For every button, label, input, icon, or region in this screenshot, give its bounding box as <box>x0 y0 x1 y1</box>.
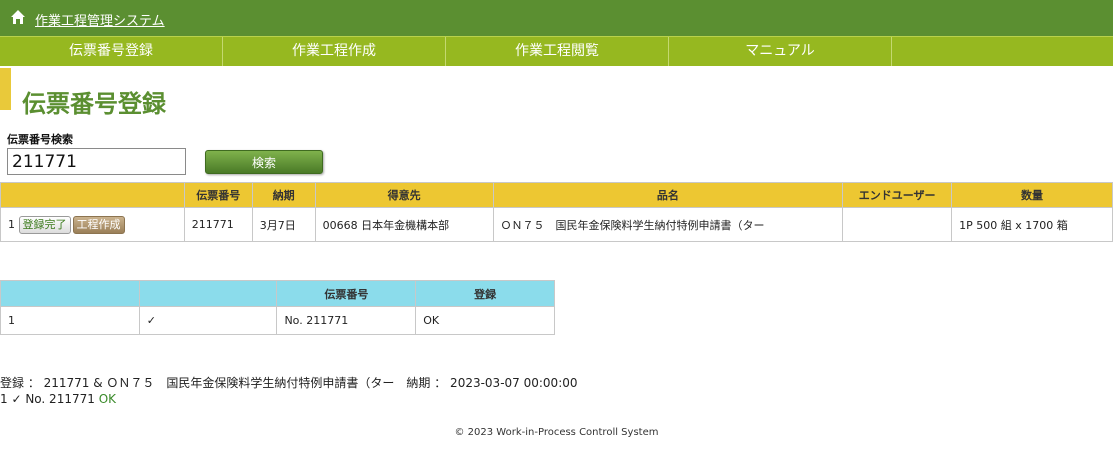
registration-table: 伝票番号 登録 1 ✓ No. 211771 OK <box>0 280 555 335</box>
footer-copyright: © 2023 Work-in-Process Controll System <box>454 427 659 438</box>
column-header-slip-no: 伝票番号 <box>276 280 417 307</box>
column-header-index <box>0 280 140 307</box>
registration-complete-button[interactable]: 登録完了 <box>18 215 71 234</box>
table-row: 1 登録完了 工程作成 211771 3月7日 00668 日本年金機構本部 ＯＮ… <box>0 207 1113 242</box>
column-header-due: 納期 <box>251 182 316 208</box>
nav-item-process-view[interactable]: 作業工程閲覧 <box>446 37 669 66</box>
registration-result-line: 1 ✓ No. 211771 OK <box>0 392 116 406</box>
column-header-registration: 登録 <box>415 280 555 307</box>
title-accent-bar <box>0 68 11 110</box>
column-header-slip-no: 伝票番号 <box>183 182 253 208</box>
row-index: 1 <box>8 217 15 231</box>
customer-cell: 00668 日本年金機構本部 <box>314 207 494 242</box>
column-header-actions <box>0 182 185 208</box>
row-actions-cell: 1 登録完了 工程作成 <box>0 207 185 242</box>
column-header-product: 品名 <box>492 182 844 208</box>
page-title: 伝票番号登録 <box>22 90 166 118</box>
checkmark-icon: ✓ <box>138 306 278 335</box>
nav-item-process-creation[interactable]: 作業工程作成 <box>223 37 446 66</box>
end-user-cell <box>842 207 953 242</box>
status-cell: OK <box>415 306 555 335</box>
search-label: 伝票番号検索 <box>7 133 73 146</box>
app-title-link[interactable]: 作業工程管理システム <box>35 10 165 29</box>
create-process-button[interactable]: 工程作成 <box>72 215 125 234</box>
quantity-cell: 1P 500 組 x 1700 箱 <box>951 207 1113 242</box>
product-cell: ＯＮ７５ 国民年金保険料学生納付特例申請書（ター <box>492 207 844 242</box>
registration-log-line: 登録 ： 211771 & ＯＮ７５ 国民年金保険料学生納付特例申請書（ター 納… <box>0 376 578 390</box>
table-header-row: 伝票番号 納期 得意先 品名 エンドユーザー 数量 <box>0 182 1113 208</box>
result-status: OK <box>98 392 117 406</box>
home-icon[interactable] <box>10 9 26 25</box>
table-row: 1 ✓ No. 211771 OK <box>0 306 555 335</box>
top-header-bar: 作業工程管理システム <box>0 0 1113 36</box>
column-header-end-user: エンドユーザー <box>842 182 953 208</box>
slip-search-input[interactable] <box>7 148 186 175</box>
result-text: 1 ✓ No. 211771 <box>0 392 99 406</box>
search-button[interactable]: 検索 <box>205 150 323 174</box>
column-header-check <box>138 280 278 307</box>
slip-no-cell: No. 211771 <box>276 306 417 335</box>
table-header-row: 伝票番号 登録 <box>0 280 555 307</box>
result-table: 伝票番号 納期 得意先 品名 エンドユーザー 数量 1 登録完了 工程作成 211… <box>0 182 1113 242</box>
nav-item-empty[interactable] <box>892 37 1113 66</box>
column-header-customer: 得意先 <box>314 182 494 208</box>
due-date-cell: 3月7日 <box>251 207 316 242</box>
nav-item-manual[interactable]: マニュアル <box>669 37 892 66</box>
slip-no-cell: 211771 <box>183 207 253 242</box>
column-header-quantity: 数量 <box>951 182 1113 208</box>
row-index: 1 <box>0 306 140 335</box>
nav-item-slip-registration[interactable]: 伝票番号登録 <box>0 37 223 66</box>
main-nav: 伝票番号登録 作業工程作成 作業工程閲覧 マニュアル <box>0 36 1113 66</box>
